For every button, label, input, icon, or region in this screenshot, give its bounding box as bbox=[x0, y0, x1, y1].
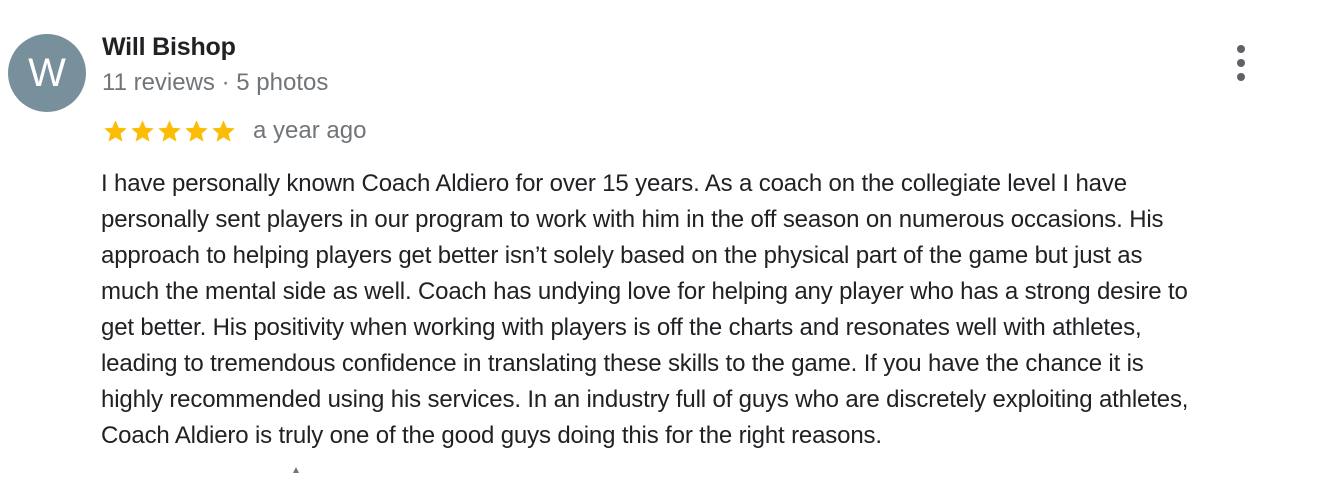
review-text-line: get better. His positivity when working … bbox=[101, 314, 1142, 341]
more-options-button[interactable] bbox=[1224, 42, 1258, 84]
review-text-line: approach to helping players get better i… bbox=[101, 242, 1143, 269]
review-text-line: Coach Aldiero is truly one of the good g… bbox=[101, 422, 882, 449]
more-vert-icon-dot bbox=[1237, 59, 1245, 67]
reviewer-name[interactable]: Will Bishop bbox=[102, 33, 236, 62]
review-text-line: I have personally known Coach Aldiero fo… bbox=[101, 170, 1127, 197]
star-icon bbox=[131, 119, 154, 142]
review-text-line: personally sent players in our program t… bbox=[101, 206, 1164, 233]
review-text-line: leading to tremendous confidence in tran… bbox=[101, 350, 1144, 377]
review-text: I have personally known Coach Aldiero fo… bbox=[101, 166, 1311, 454]
reviewer-avatar[interactable]: W bbox=[8, 34, 86, 112]
reviewer-meta: 11 reviews · 5 photos bbox=[102, 69, 329, 96]
more-vert-icon bbox=[1237, 45, 1245, 53]
star-icon bbox=[104, 119, 127, 142]
thumb-up-icon[interactable] bbox=[288, 466, 304, 478]
review-date: a year ago bbox=[253, 117, 367, 144]
review-text-line: highly recommended using his services. I… bbox=[101, 386, 1189, 413]
star-rating bbox=[102, 118, 237, 145]
star-icon bbox=[158, 119, 181, 142]
star-icon bbox=[185, 119, 208, 142]
star-icon bbox=[212, 119, 235, 142]
rating-row: a year ago bbox=[102, 114, 366, 148]
review-text-line: much the mental side as well. Coach has … bbox=[101, 278, 1188, 305]
more-vert-icon-dot bbox=[1237, 73, 1245, 81]
